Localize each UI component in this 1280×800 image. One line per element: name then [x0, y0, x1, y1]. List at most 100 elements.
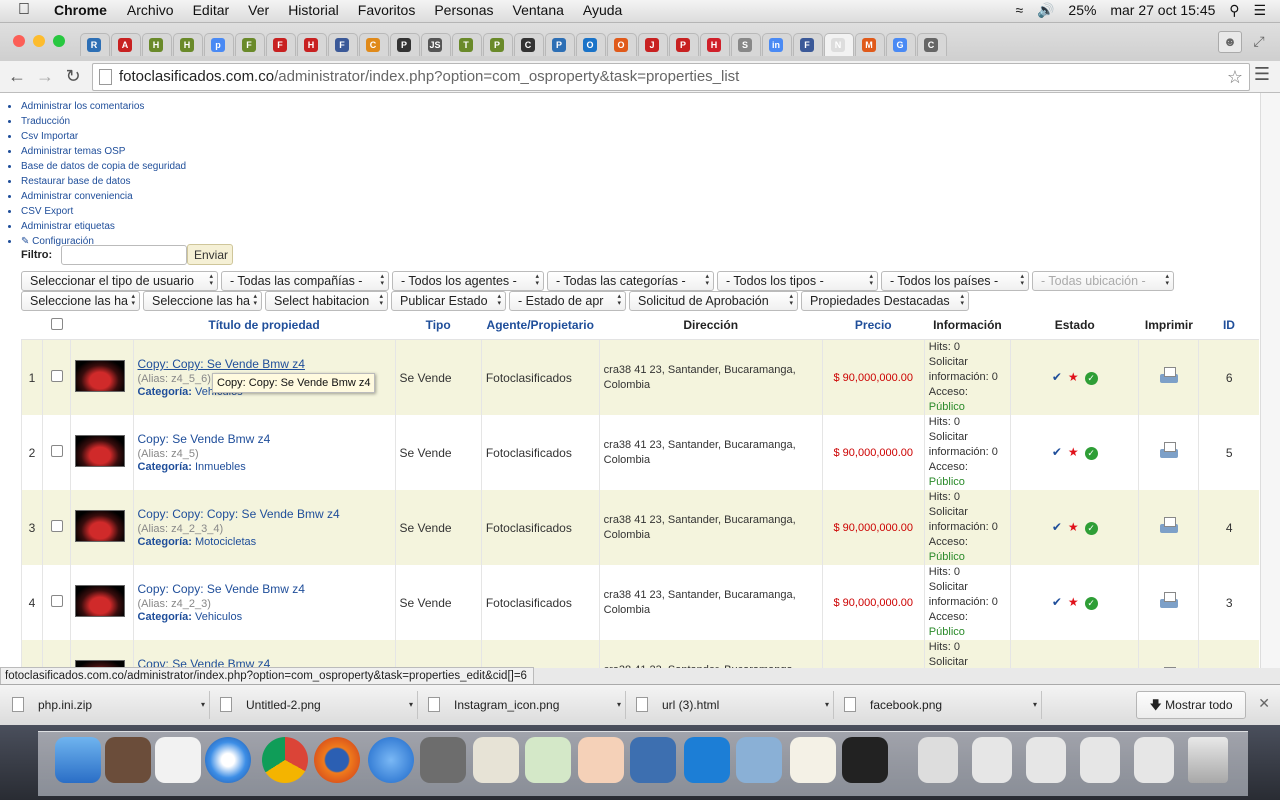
- download-options-icon[interactable]: ▾: [201, 691, 205, 719]
- browser-tab[interactable]: in: [762, 33, 792, 56]
- browser-tab[interactable]: G: [886, 33, 916, 56]
- zoom-window-button[interactable]: [53, 35, 65, 47]
- printer-icon[interactable]: [1158, 366, 1180, 386]
- download-item[interactable]: Untitled-2.png ▾: [212, 691, 418, 719]
- admin-link[interactable]: Traducción: [8, 114, 186, 129]
- browser-tab[interactable]: P: [669, 33, 699, 56]
- row-checkbox[interactable]: [50, 370, 63, 382]
- minimized-window-1[interactable]: [918, 737, 958, 783]
- filter-select[interactable]: - Todas las categorías -: [547, 271, 714, 291]
- browser-tab[interactable]: J: [638, 33, 668, 56]
- filter-select[interactable]: Select habitacion: [265, 291, 388, 311]
- textedit-icon[interactable]: [790, 737, 836, 783]
- menu-3[interactable]: Ver: [248, 2, 269, 18]
- browser-tab[interactable]: H: [173, 33, 203, 56]
- browser-tab[interactable]: F: [328, 33, 358, 56]
- browser-tab[interactable]: N: [824, 33, 854, 56]
- header-title[interactable]: Título de propiedad: [133, 311, 396, 340]
- menu-0[interactable]: Chrome: [54, 2, 107, 18]
- row-checkbox[interactable]: [50, 445, 63, 457]
- property-title-link[interactable]: Copy: Se Vende Bmw z4: [138, 432, 271, 446]
- firefox-icon[interactable]: [314, 737, 360, 783]
- admin-link[interactable]: Csv Importar: [8, 129, 186, 144]
- download-item[interactable]: url (3).html ▾: [628, 691, 834, 719]
- browser-tab[interactable]: O: [576, 33, 606, 56]
- browser-tab[interactable]: F: [793, 33, 823, 56]
- browser-tab[interactable]: JS: [421, 33, 451, 56]
- minimized-window-3[interactable]: [1026, 737, 1066, 783]
- reload-icon[interactable]: ↻: [62, 65, 84, 87]
- approved-check-icon[interactable]: ✔: [1052, 370, 1062, 384]
- browser-tab[interactable]: C: [917, 33, 947, 56]
- browser-tab[interactable]: S: [731, 33, 761, 56]
- notification-center-icon[interactable]: ☰: [1253, 2, 1266, 18]
- minimized-window-4[interactable]: [1080, 737, 1120, 783]
- select-all-checkbox[interactable]: [50, 317, 63, 330]
- printer-icon[interactable]: [1158, 441, 1180, 461]
- printer-icon[interactable]: [1158, 666, 1180, 668]
- filter-select[interactable]: Propiedades Destacadas: [801, 291, 969, 311]
- minimized-window-5[interactable]: [1134, 737, 1174, 783]
- featured-star-icon[interactable]: ★: [1068, 445, 1079, 459]
- wifi-icon[interactable]: ≈: [1016, 2, 1024, 18]
- bookmark-star-icon[interactable]: ☆: [1227, 64, 1243, 90]
- approved-check-icon[interactable]: ✔: [1052, 445, 1062, 459]
- chrome-icon[interactable]: [262, 737, 308, 783]
- bose-icon[interactable]: [684, 737, 730, 783]
- table-row[interactable]: 2 Copy: Se Vende Bmw z4 (Alias: z4_5) Categ…: [20, 415, 1259, 490]
- featured-star-icon[interactable]: ★: [1068, 370, 1079, 384]
- admin-link[interactable]: Administrar los comentarios: [8, 99, 186, 114]
- download-item[interactable]: Instagram_icon.png ▾: [420, 691, 626, 719]
- filter-select[interactable]: Seleccionar el tipo de usuario: [21, 271, 218, 291]
- menu-8[interactable]: Ayuda: [583, 2, 622, 18]
- header-price[interactable]: Precio: [822, 311, 925, 340]
- filter-select[interactable]: Seleccione las ha: [21, 291, 140, 311]
- published-icon[interactable]: ✓: [1084, 596, 1098, 610]
- menu-7[interactable]: Ventana: [513, 2, 564, 18]
- browser-tab[interactable]: H: [297, 33, 327, 56]
- property-title-link[interactable]: Copy: Copy: Se Vende Bmw z4: [138, 582, 305, 596]
- apple-menu-icon[interactable]: : [18, 1, 30, 19]
- header-id[interactable]: ID: [1198, 311, 1259, 340]
- admin-link[interactable]: Administrar temas OSP: [8, 144, 186, 159]
- menu-1[interactable]: Archivo: [127, 2, 174, 18]
- address-bar[interactable]: fotoclasificados.com.co/administrator/in…: [92, 63, 1250, 91]
- safari-icon[interactable]: [205, 737, 251, 783]
- download-options-icon[interactable]: ▾: [409, 691, 413, 719]
- menu-6[interactable]: Personas: [434, 2, 493, 18]
- browser-tab[interactable]: A: [111, 33, 141, 56]
- preview-icon[interactable]: [736, 737, 782, 783]
- excel-icon[interactable]: [525, 737, 571, 783]
- property-title-link[interactable]: Copy: Copy: Copy: Se Vende Bmw z4: [138, 507, 340, 521]
- word-icon[interactable]: [473, 737, 519, 783]
- browser-tab[interactable]: F: [235, 33, 265, 56]
- menu-4[interactable]: Historial: [288, 2, 339, 18]
- admin-link[interactable]: CSV Export: [8, 204, 186, 219]
- row-checkbox[interactable]: [50, 595, 63, 607]
- header-type[interactable]: Tipo: [395, 311, 482, 340]
- browser-tab[interactable]: P: [545, 33, 575, 56]
- clock[interactable]: mar 27 oct 15:45: [1110, 2, 1215, 18]
- filter-select[interactable]: - Estado de apr: [509, 291, 626, 311]
- photo-app-icon[interactable]: [105, 737, 151, 783]
- finder-icon[interactable]: [55, 737, 101, 783]
- browser-tab[interactable]: M: [855, 33, 885, 56]
- featured-star-icon[interactable]: ★: [1068, 520, 1079, 534]
- powerpoint-icon[interactable]: [578, 737, 624, 783]
- property-thumbnail[interactable]: [75, 585, 126, 617]
- minimize-window-button[interactable]: [33, 35, 45, 47]
- browser-tab[interactable]: H: [700, 33, 730, 56]
- approved-check-icon[interactable]: ✔: [1052, 520, 1062, 534]
- row-checkbox[interactable]: [50, 520, 63, 532]
- browser-tab[interactable]: P: [483, 33, 513, 56]
- page-scrollbar[interactable]: [1260, 93, 1280, 668]
- reminders-icon[interactable]: [155, 737, 201, 783]
- browser-tab[interactable]: H: [142, 33, 172, 56]
- table-row[interactable]: 4 Copy: Copy: Se Vende Bmw z4 (Alias: z4_2…: [20, 565, 1259, 640]
- filter-select[interactable]: Seleccione las ha: [143, 291, 262, 311]
- property-title-link[interactable]: Copy: Copy: Se Vende Bmw z4: [138, 357, 305, 371]
- minimized-window-2[interactable]: [972, 737, 1012, 783]
- published-icon[interactable]: ✓: [1084, 521, 1098, 535]
- chrome-menu-icon[interactable]: ☰: [1254, 64, 1270, 85]
- category-value[interactable]: Inmuebles: [195, 461, 246, 473]
